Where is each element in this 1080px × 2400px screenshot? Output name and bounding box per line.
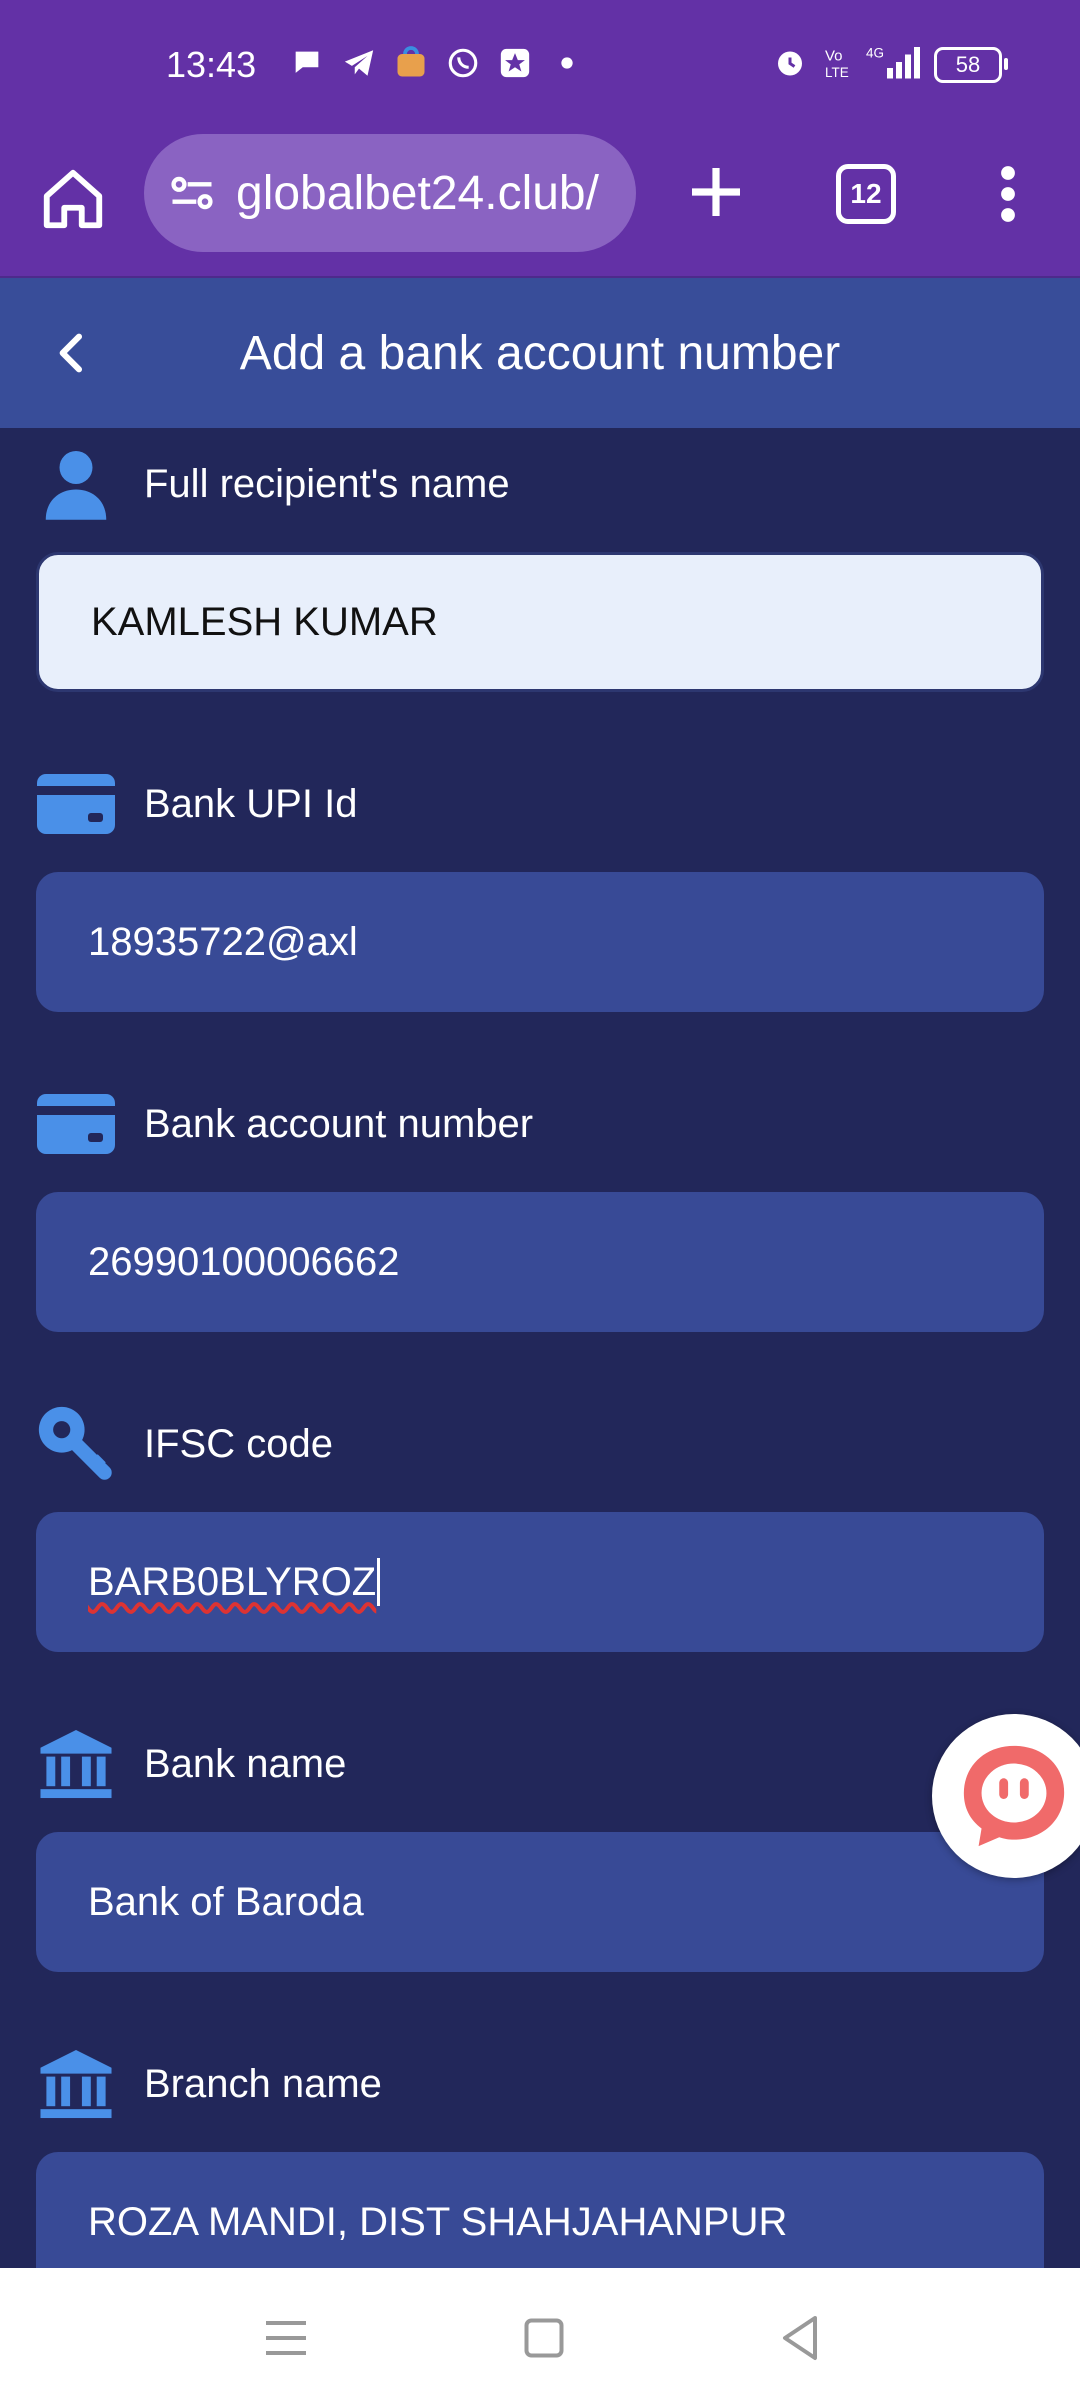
svg-text:4G: 4G bbox=[866, 46, 884, 61]
key-icon bbox=[36, 1404, 116, 1484]
page-title: Add a bank account number bbox=[239, 326, 841, 380]
bank-icon bbox=[36, 2044, 116, 2124]
label-account-number: Bank account number bbox=[36, 1084, 533, 1164]
chat-icon bbox=[288, 44, 326, 82]
home-button[interactable] bbox=[38, 164, 108, 234]
account-number-input[interactable]: 26990100006662 bbox=[36, 1192, 1044, 1332]
status-bar: 13:43 Vo LTE 4G 58 bbox=[0, 0, 1080, 134]
signal-4g-icon: 4G bbox=[866, 44, 920, 85]
star-app-icon bbox=[496, 44, 534, 82]
recipient-name-input[interactable]: KAMLESH KUMAR bbox=[36, 552, 1044, 692]
more-vert-icon bbox=[1001, 166, 1015, 222]
status-time: 13:43 bbox=[166, 44, 257, 85]
chevron-left-icon bbox=[59, 333, 83, 373]
system-nav-bar bbox=[0, 2268, 1080, 2400]
page-header: Add a bank account number bbox=[0, 278, 1080, 428]
svg-text:Vo: Vo bbox=[825, 48, 843, 65]
ifsc-code-value: BARB0BLYROZ bbox=[88, 1559, 377, 1604]
url-text: globalbet24.club/ bbox=[236, 166, 599, 220]
recent-apps-button[interactable] bbox=[256, 2308, 316, 2368]
label-ifsc-code: IFSC code bbox=[36, 1404, 333, 1484]
label-bank-name: Bank name bbox=[36, 1724, 346, 1804]
label-recipient-name: Full recipient's name bbox=[36, 444, 510, 524]
bank-name-input[interactable]: Bank of Baroda bbox=[36, 1832, 1044, 1972]
card-icon bbox=[36, 764, 116, 844]
label-branch-name: Branch name bbox=[36, 2044, 382, 2124]
site-settings-icon[interactable] bbox=[166, 167, 218, 219]
plus-icon bbox=[692, 168, 740, 216]
support-chat-button[interactable] bbox=[932, 1714, 1080, 1878]
triangle-back-icon bbox=[783, 2316, 817, 2360]
volte-icon: Vo LTE bbox=[822, 44, 852, 85]
home-icon bbox=[43, 169, 103, 229]
back-nav-button[interactable] bbox=[770, 2308, 830, 2368]
home-nav-button[interactable] bbox=[514, 2308, 574, 2368]
svg-text:LTE: LTE bbox=[825, 65, 849, 80]
notification-icons bbox=[288, 44, 586, 82]
ifsc-code-input[interactable]: BARB0BLYROZ bbox=[36, 1512, 1044, 1652]
shopping-icon bbox=[392, 44, 430, 82]
address-bar[interactable]: globalbet24.club/ bbox=[144, 134, 636, 252]
bank-icon bbox=[36, 1724, 116, 1804]
whatsapp-icon bbox=[444, 44, 482, 82]
new-tab-button[interactable] bbox=[680, 156, 752, 228]
upi-id-input[interactable]: 18935722@axl bbox=[36, 872, 1044, 1012]
square-icon bbox=[524, 2318, 564, 2358]
person-icon bbox=[36, 444, 116, 524]
card-icon bbox=[36, 1084, 116, 1164]
browser-menu-button[interactable] bbox=[990, 158, 1026, 230]
chat-bubble-icon bbox=[963, 1745, 1065, 1847]
text-caret bbox=[377, 1558, 381, 1606]
system-status-icons: Vo LTE 4G 58 bbox=[772, 44, 1008, 85]
battery-indicator: 58 bbox=[934, 46, 1008, 83]
alarm-icon bbox=[772, 44, 808, 85]
back-button[interactable] bbox=[44, 324, 100, 382]
menu-lines-icon bbox=[266, 2321, 306, 2355]
browser-toolbar: globalbet24.club/ 12 bbox=[0, 134, 1080, 278]
label-upi-id: Bank UPI Id bbox=[36, 764, 357, 844]
telegram-icon bbox=[340, 44, 378, 82]
dot-icon bbox=[548, 44, 586, 82]
tab-switcher-button[interactable]: 12 bbox=[836, 164, 896, 224]
